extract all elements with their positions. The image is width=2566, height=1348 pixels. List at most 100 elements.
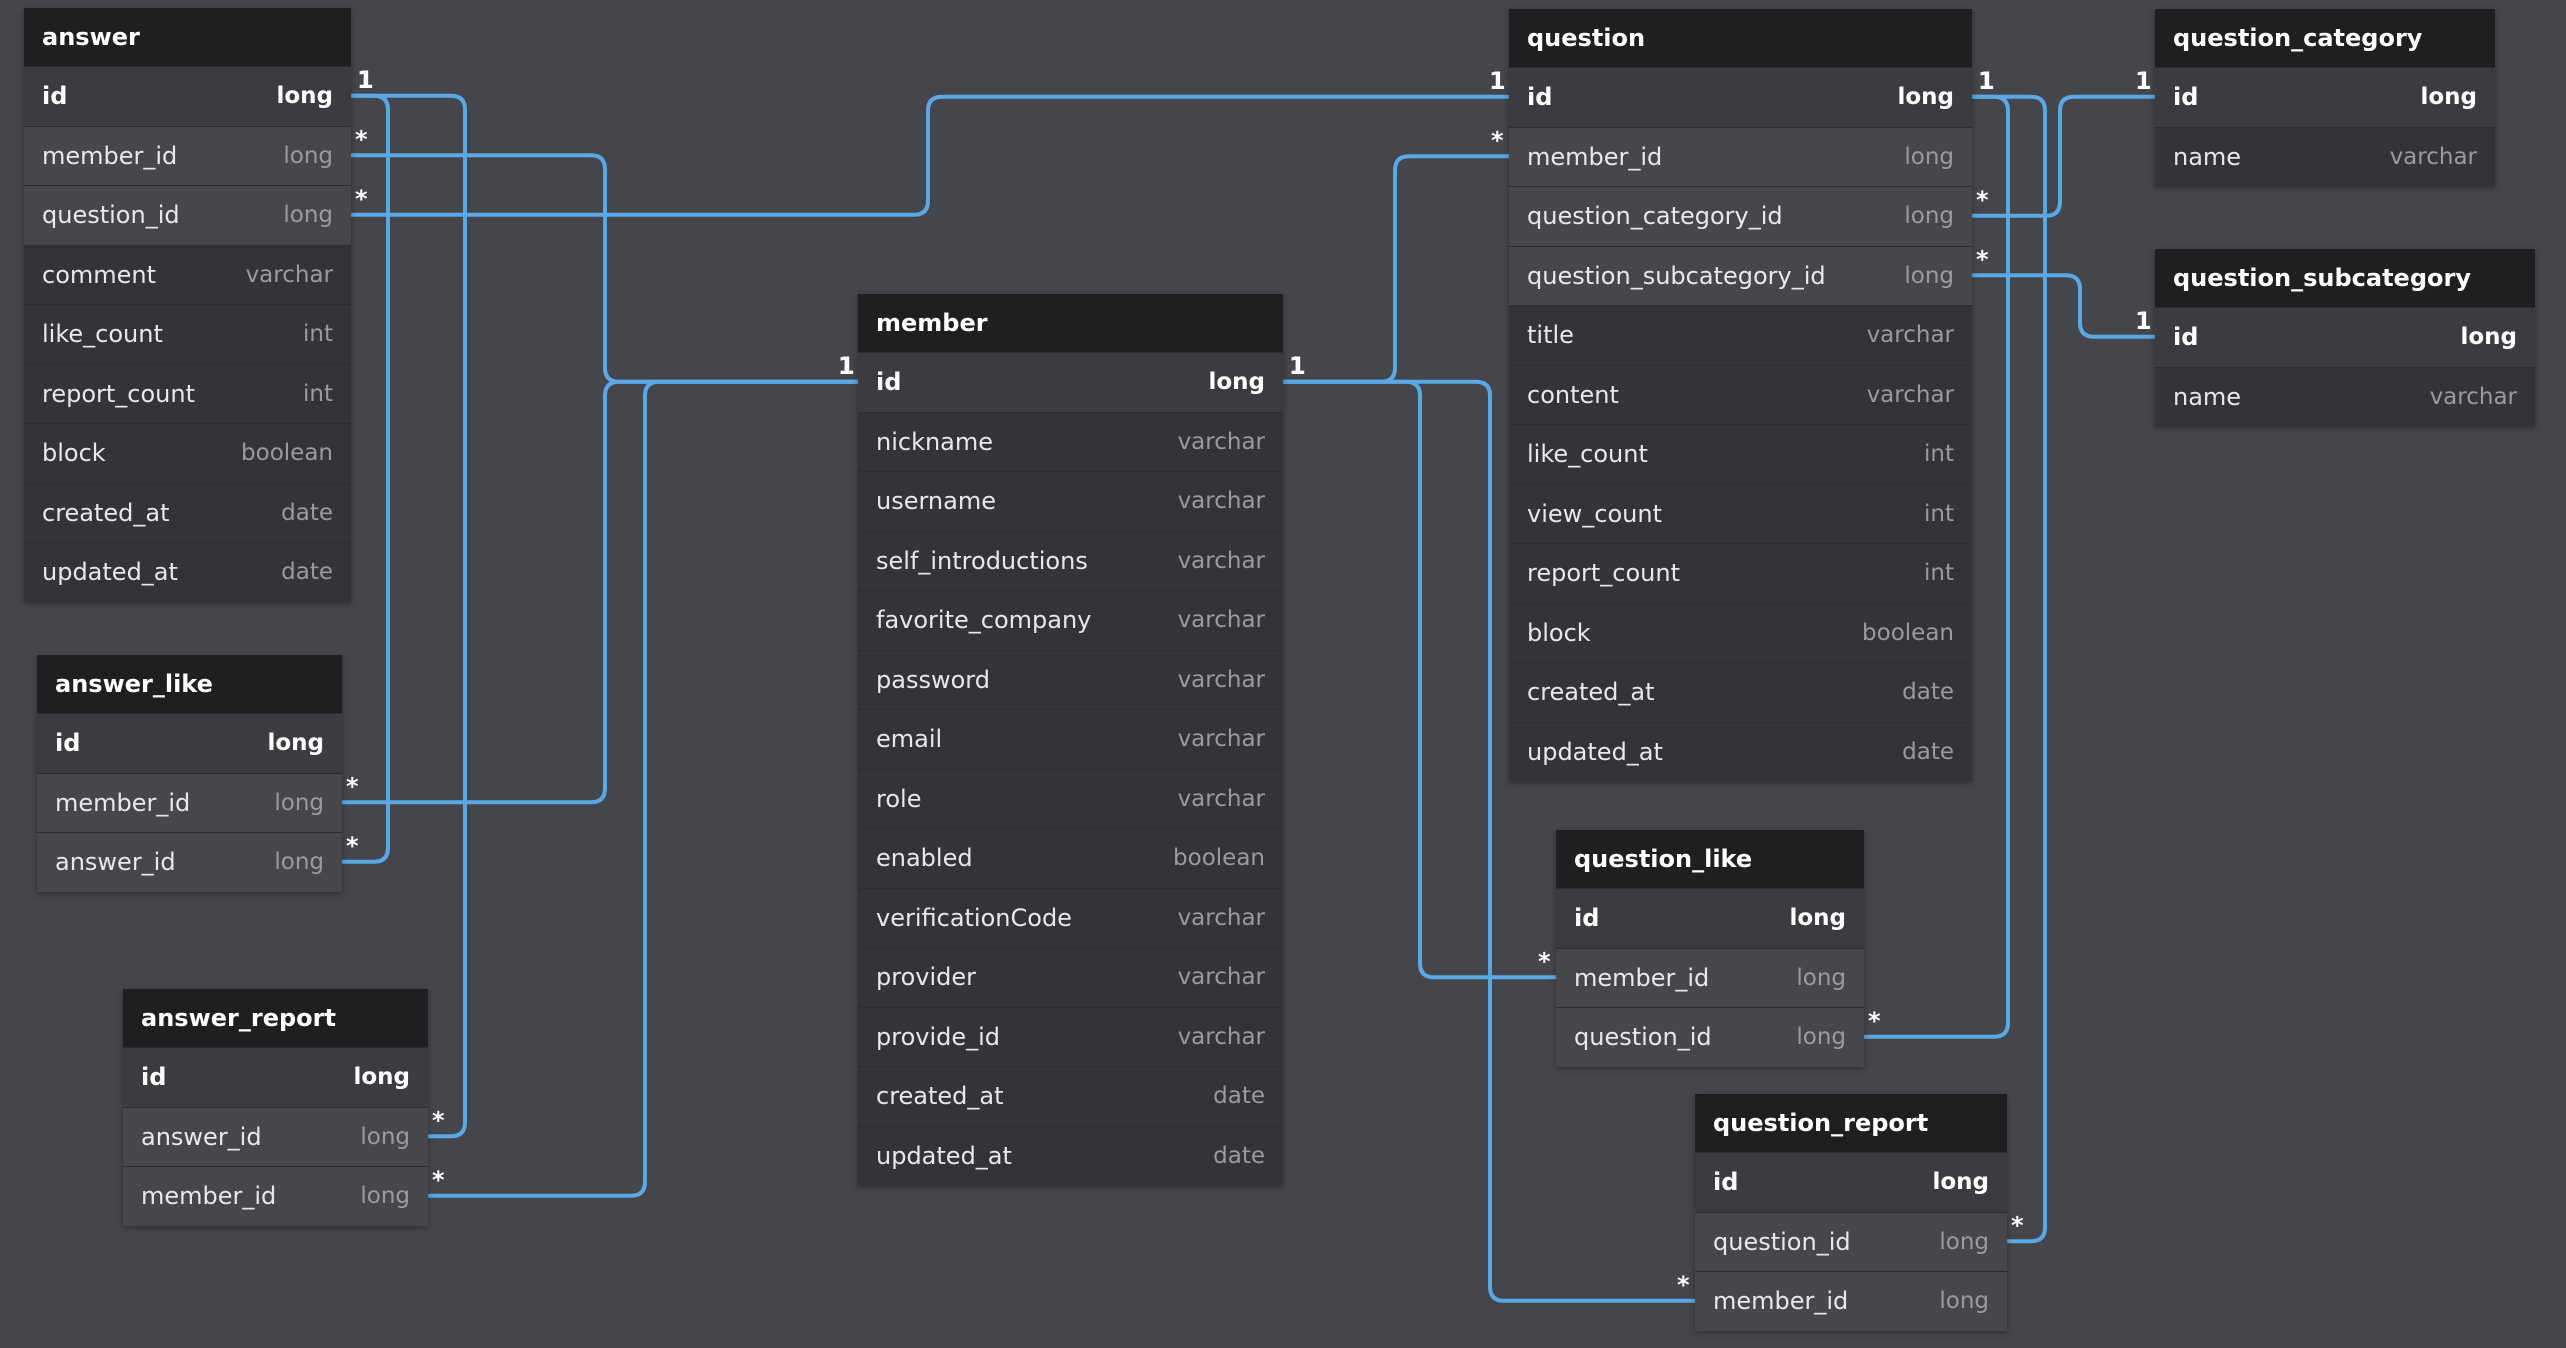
field-name: id [2173,323,2199,352]
field-row[interactable]: answer_id long [37,832,342,892]
table-answer-like[interactable]: answer_like id long member_id long answer_id l… [37,655,342,892]
table-header[interactable]: answer_like [37,655,342,713]
field-row[interactable]: id long [1556,888,1864,948]
table-answer[interactable]: answer id long member_id long question_id long… [24,8,351,602]
field-row[interactable]: comment varchar [24,244,351,304]
field-name: provider [876,963,976,992]
field-row[interactable]: member_id long [123,1166,428,1226]
field-type: boolean [241,440,333,467]
field-type: long [2460,324,2517,351]
field-row[interactable]: answer_id long [123,1106,428,1166]
field-row[interactable]: favorite_company varchar [858,590,1283,650]
field-row[interactable]: question_id long [1556,1007,1864,1067]
field-row[interactable]: id long [2155,307,2535,367]
table-header[interactable]: answer_report [123,989,428,1047]
field-type: varchar [1177,904,1265,931]
field-row[interactable]: block boolean [24,423,351,483]
table-question-subcategory[interactable]: question_subcategoryid long name varchar [2155,249,2535,426]
field-row[interactable]: member_id long [1695,1271,2007,1331]
field-row[interactable]: question_subcategory_id long [1509,245,1972,305]
field-row[interactable]: question_id long [1695,1211,2007,1271]
relation-line[interactable] [1972,94,2047,1244]
field-name: nickname [876,427,994,456]
table-question[interactable]: question id long member_id long question_cate… [1509,9,1972,781]
field-row[interactable]: role varchar [858,768,1283,828]
field-row[interactable]: updated_at date [1509,721,1972,781]
relation-line[interactable] [351,93,467,1139]
er-diagram-canvas[interactable]: * 1 * 1 * 1 * 1 * 1 * 1 * 1 * 1 * 1 * 1 * 1 * 1 * 1 answer id long m… [0,0,2566,1348]
field-type: varchar [2389,143,2477,170]
field-row[interactable]: provide_id varchar [858,1006,1283,1066]
field-row[interactable]: self_introductions varchar [858,530,1283,590]
field-row[interactable]: username varchar [858,471,1283,531]
field-row[interactable]: member_id long [37,772,342,832]
table-header[interactable]: question_report [1695,1094,2007,1152]
field-name: username [876,487,996,516]
field-row[interactable]: email varchar [858,709,1283,769]
relation-line[interactable] [1972,94,2155,218]
field-row[interactable]: password varchar [858,649,1283,709]
relation-line[interactable] [351,153,858,384]
field-row[interactable]: created_at date [1509,662,1972,722]
field-name: id [141,1063,167,1092]
field-row[interactable]: report_count int [1509,543,1972,603]
field-row[interactable]: nickname varchar [858,411,1283,471]
field-name: favorite_company [876,606,1092,635]
table-question-category[interactable]: question_category id long name varchar [2155,9,2495,186]
field-row[interactable]: created_at date [858,1066,1283,1126]
field-row[interactable]: id long [37,713,342,773]
field-name: content [1527,380,1619,409]
field-row[interactable]: member_id long [24,125,351,185]
field-row[interactable]: enabled boolean [858,828,1283,888]
field-row[interactable]: name varchar [2155,126,2495,186]
field-row[interactable]: name varchar [2155,366,2535,426]
table-header[interactable]: member [858,294,1283,352]
field-row[interactable]: id long [1509,67,1972,127]
field-row[interactable]: verificationCode varchar [858,887,1283,947]
field-row[interactable]: member_id long [1509,126,1972,186]
relation-line[interactable] [1972,273,2155,339]
table-header[interactable]: question_subcategory [2155,249,2535,307]
cardinality-one-marker: 1 [838,352,855,380]
cardinality-many-marker: * [1976,245,1989,273]
field-row[interactable]: updated_at date [858,1125,1283,1185]
field-row[interactable]: like_count int [24,304,351,364]
field-row[interactable]: id long [2155,67,2495,127]
table-question-like[interactable]: question_like id long member_id long question… [1556,830,1864,1067]
table-member[interactable]: member id long nickname varchar username varch… [858,294,1283,1185]
cardinality-one-marker: 1 [1289,352,1306,380]
field-row[interactable]: member_id long [1556,947,1864,1007]
field-name: password [876,665,990,694]
cardinality-one-marker: 1 [2135,67,2152,95]
field-row[interactable]: title varchar [1509,305,1972,365]
field-row[interactable]: view_count int [1509,483,1972,543]
table-header[interactable]: question_category [2155,9,2495,67]
field-row[interactable]: id long [24,66,351,126]
field-row[interactable]: question_id long [24,185,351,245]
field-row[interactable]: content varchar [1509,364,1972,424]
relation-line[interactable] [428,379,858,1198]
table-header[interactable]: question_like [1556,830,1864,888]
table-question-report[interactable]: question_report id long question_id long memb… [1695,1094,2007,1331]
field-row[interactable]: question_category_id long [1509,186,1972,246]
relation-line[interactable] [351,94,1509,217]
relation-line[interactable] [342,379,858,805]
cardinality-one-marker: 1 [2135,307,2152,335]
cardinality-one-marker: 1 [838,352,855,380]
field-row[interactable]: id long [123,1047,428,1107]
relation-line[interactable] [1283,154,1509,384]
field-row[interactable]: updated_at date [24,542,351,602]
field-row[interactable]: like_count int [1509,424,1972,484]
field-row[interactable]: report_count int [24,363,351,423]
field-row[interactable]: provider varchar [858,947,1283,1007]
table-header[interactable]: answer [24,8,351,66]
table-header[interactable]: question [1509,9,1972,67]
field-row[interactable]: id long [858,352,1283,412]
field-row[interactable]: id long [1695,1152,2007,1212]
table-answer-report[interactable]: answer_report id long answer_id long member_i… [123,989,428,1226]
field-type: boolean [1173,845,1265,872]
cardinality-many-marker: * [355,125,368,153]
field-row[interactable]: created_at date [24,482,351,542]
field-row[interactable]: block boolean [1509,602,1972,662]
field-type: date [281,499,333,526]
